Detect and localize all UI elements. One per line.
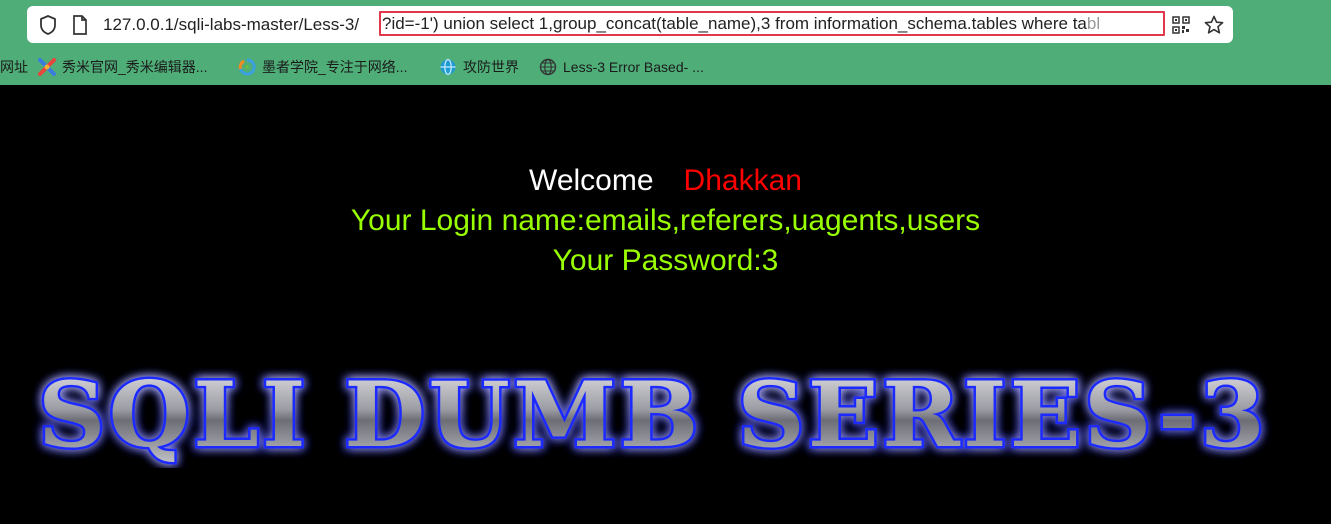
bookmark-label: Less-3 Error Based- ...: [563, 59, 704, 75]
sqli-dumb-series-banner: SQLI DUMB SERIES-3: [36, 360, 1268, 469]
globe-icon: [539, 58, 557, 76]
url-query-highlight[interactable]: ?id=-1') union select 1,group_concat(tab…: [379, 11, 1165, 36]
bookmarks-bar: 网址 秀米官网_秀米编辑器... 墨者学院_专注于网络... 攻防世界 Less…: [0, 52, 1331, 82]
bookmark-item-sites[interactable]: 网址: [0, 52, 28, 82]
bookmark-item-adworld[interactable]: 攻防世界: [439, 52, 519, 82]
xiumi-icon: [38, 58, 56, 76]
page-icon[interactable]: [69, 6, 91, 43]
mozhe-icon: [238, 58, 256, 76]
qr-code-icon[interactable]: [1169, 6, 1193, 43]
bookmark-label: 攻防世界: [463, 59, 519, 75]
bookmark-star-icon[interactable]: [1201, 6, 1227, 43]
shield-icon[interactable]: [35, 6, 61, 43]
adworld-icon: [439, 58, 457, 76]
welcome-line: Welcome Dhakkan: [0, 161, 1331, 201]
address-bar[interactable]: 127.0.0.1/sqli-labs-master/Less-3/ ?id=-…: [27, 6, 1233, 43]
bookmark-item-xiumi[interactable]: 秀米官网_秀米编辑器...: [38, 52, 207, 82]
welcome-text: Welcome: [529, 164, 654, 197]
bookmark-item-less3[interactable]: Less-3 Error Based- ...: [539, 52, 704, 82]
bookmark-label: 网址: [0, 59, 28, 75]
bookmark-item-mozhe[interactable]: 墨者学院_专注于网络...: [238, 52, 407, 82]
user-name: Dhakkan: [683, 164, 802, 197]
banner-text: SQLI DUMB SERIES-3: [38, 362, 1268, 468]
bookmark-label: 墨者学院_专注于网络...: [262, 59, 408, 75]
url-prefix[interactable]: 127.0.0.1/sqli-labs-master/Less-3/: [103, 6, 359, 43]
bookmark-label: 秀米官网_秀米编辑器...: [62, 59, 208, 75]
login-name-text: Your Login name:emails,referers,uagents,…: [350, 204, 981, 237]
url-query: ?id=-1') union select 1,group_concat(tab…: [382, 14, 1087, 33]
browser-chrome: 127.0.0.1/sqli-labs-master/Less-3/ ?id=-…: [0, 0, 1331, 85]
password-text: Your Password:3: [552, 244, 779, 277]
url-query-faded: bl: [1086, 14, 1101, 33]
page-content: Welcome Dhakkan Your Login name:emails,re…: [0, 85, 1331, 524]
